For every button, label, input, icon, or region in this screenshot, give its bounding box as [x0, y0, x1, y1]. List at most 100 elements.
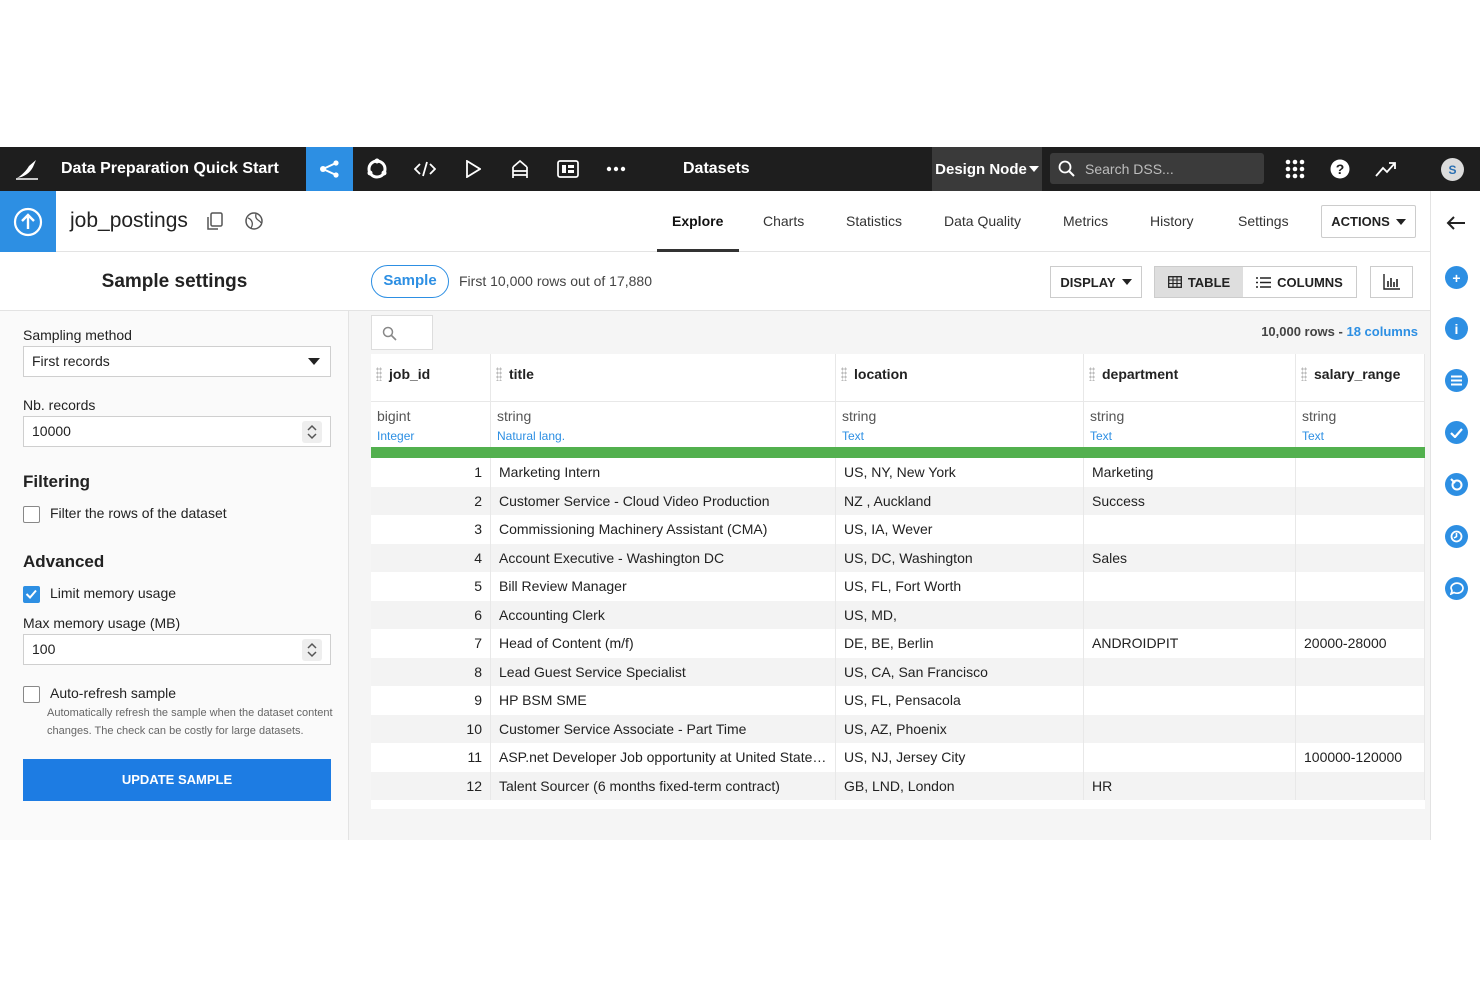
- table-cell-department[interactable]: Success: [1084, 486, 1296, 515]
- add-icon[interactable]: +: [1445, 266, 1468, 289]
- table-cell-location[interactable]: US, NJ, Jersey City: [836, 743, 1084, 772]
- table-row[interactable]: 12 Talent Sourcer (6 months fixed-term co…: [371, 771, 1425, 800]
- tab-metrics[interactable]: Metrics: [1063, 213, 1108, 229]
- table-cell-title[interactable]: Account Executive - Washington DC: [491, 543, 836, 572]
- copy-icon[interactable]: [206, 212, 224, 230]
- flow-button[interactable]: [306, 147, 353, 191]
- table-row[interactable]: 6 Accounting Clerk US, MD,: [371, 600, 1425, 629]
- table-row[interactable]: 10 Customer Service Associate - Part Time…: [371, 714, 1425, 743]
- run-button[interactable]: [453, 147, 493, 191]
- drag-handle-icon[interactable]: [496, 367, 502, 381]
- table-row[interactable]: 5 Bill Review Manager US, FL, Fort Worth: [371, 572, 1425, 601]
- table-cell-job_id[interactable]: 6: [371, 600, 491, 629]
- node-selector[interactable]: Design Node: [932, 147, 1042, 191]
- globe-icon[interactable]: [245, 212, 263, 230]
- table-cell-salary_range[interactable]: [1296, 657, 1425, 686]
- project-title[interactable]: Data Preparation Quick Start: [61, 160, 279, 178]
- table-row[interactable]: 2 Customer Service - Cloud Video Producti…: [371, 486, 1425, 515]
- schema-icon[interactable]: [1445, 369, 1468, 392]
- column-header-title[interactable]: title: [491, 354, 836, 402]
- dataset-name[interactable]: job_postings: [70, 209, 188, 233]
- apps-button[interactable]: [1275, 147, 1315, 191]
- table-cell-department[interactable]: [1084, 600, 1296, 629]
- table-cell-job_id[interactable]: 4: [371, 543, 491, 572]
- table-cell-job_id[interactable]: 9: [371, 686, 491, 715]
- back-arrow-icon[interactable]: [1446, 215, 1466, 231]
- column-type-info[interactable]: string Text: [1084, 402, 1296, 447]
- table-cell-department[interactable]: [1084, 657, 1296, 686]
- table-cell-title[interactable]: Bill Review Manager: [491, 572, 836, 601]
- update-sample-button[interactable]: UPDATE SAMPLE: [23, 759, 331, 801]
- table-cell-title[interactable]: Accounting Clerk: [491, 600, 836, 629]
- table-cell-title[interactable]: Lead Guest Service Specialist: [491, 657, 836, 686]
- table-cell-department[interactable]: [1084, 572, 1296, 601]
- tab-charts[interactable]: Charts: [763, 213, 804, 229]
- table-cell-location[interactable]: US, DC, Washington: [836, 543, 1084, 572]
- code-button[interactable]: [405, 147, 445, 191]
- validity-bar[interactable]: [491, 447, 836, 458]
- table-cell-title[interactable]: Marketing Intern: [491, 458, 836, 487]
- table-cell-location[interactable]: US, CA, San Francisco: [836, 657, 1084, 686]
- section-label[interactable]: Datasets: [683, 160, 750, 178]
- activity-button[interactable]: [1366, 147, 1406, 191]
- help-button[interactable]: ?: [1320, 147, 1360, 191]
- table-cell-salary_range[interactable]: [1296, 458, 1425, 487]
- table-cell-salary_range[interactable]: [1296, 515, 1425, 544]
- drag-handle-icon[interactable]: [1089, 367, 1095, 381]
- table-cell-job_id[interactable]: 12: [371, 771, 491, 800]
- tab-history[interactable]: History: [1150, 213, 1194, 229]
- user-avatar[interactable]: S: [1441, 158, 1464, 181]
- columns-view-button[interactable]: COLUMNS: [1243, 267, 1356, 297]
- column-header-salary_range[interactable]: salary_range: [1296, 354, 1425, 402]
- table-cell-salary_range[interactable]: 100000-120000: [1296, 743, 1425, 772]
- table-cell-title[interactable]: Customer Service Associate - Part Time: [491, 714, 836, 743]
- table-cell-job_id[interactable]: 2: [371, 486, 491, 515]
- table-cell-title[interactable]: Commissioning Machinery Assistant (CMA): [491, 515, 836, 544]
- meaning-type-link[interactable]: Natural lang.: [497, 429, 565, 443]
- tab-statistics[interactable]: Statistics: [846, 213, 902, 229]
- table-row[interactable]: 11 ASP.net Developer Job opportunity at U…: [371, 743, 1425, 772]
- tab-data-quality[interactable]: Data Quality: [944, 213, 1021, 229]
- column-stats-button[interactable]: [1370, 266, 1413, 298]
- sample-toggle-button[interactable]: Sample: [371, 265, 449, 298]
- auto-refresh-label[interactable]: Auto-refresh sample: [50, 685, 176, 701]
- filter-rows-checkbox[interactable]: [23, 506, 40, 523]
- meaning-type-link[interactable]: Text: [1090, 429, 1112, 443]
- table-cell-title[interactable]: Customer Service - Cloud Video Productio…: [491, 486, 836, 515]
- drag-handle-icon[interactable]: [1301, 367, 1307, 381]
- table-cell-department[interactable]: [1084, 743, 1296, 772]
- column-header-location[interactable]: location: [836, 354, 1084, 402]
- table-cell-title[interactable]: Talent Sourcer (6 months fixed-term cont…: [491, 771, 836, 800]
- deploy-button[interactable]: [500, 147, 540, 191]
- search-input[interactable]: Search DSS...: [1050, 153, 1264, 184]
- table-cell-location[interactable]: US, AZ, Phoenix: [836, 714, 1084, 743]
- max-memory-input[interactable]: 100: [23, 634, 331, 665]
- table-cell-location[interactable]: GB, LND, London: [836, 771, 1084, 800]
- table-cell-department[interactable]: [1084, 515, 1296, 544]
- table-cell-salary_range[interactable]: [1296, 543, 1425, 572]
- table-view-button[interactable]: TABLE: [1155, 267, 1243, 297]
- filter-rows-label[interactable]: Filter the rows of the dataset: [50, 505, 227, 521]
- meaning-type-link[interactable]: Integer: [377, 429, 414, 443]
- limit-memory-label[interactable]: Limit memory usage: [50, 585, 176, 601]
- table-cell-job_id[interactable]: 3: [371, 515, 491, 544]
- table-row[interactable]: 1 Marketing Intern US, NY, New York Marketi…: [371, 458, 1425, 487]
- column-type-info[interactable]: string Text: [1296, 402, 1425, 447]
- table-cell-salary_range[interactable]: 20000-28000: [1296, 629, 1425, 658]
- table-cell-salary_range[interactable]: [1296, 714, 1425, 743]
- table-cell-location[interactable]: US, MD,: [836, 600, 1084, 629]
- limit-memory-checkbox[interactable]: [23, 586, 40, 603]
- sampling-method-select[interactable]: First records: [23, 346, 331, 377]
- validity-bar[interactable]: [1296, 447, 1425, 458]
- timeline-icon[interactable]: [1445, 525, 1468, 548]
- table-cell-title[interactable]: HP BSM SME: [491, 686, 836, 715]
- table-cell-title[interactable]: Head of Content (m/f): [491, 629, 836, 658]
- table-cell-department[interactable]: Marketing: [1084, 458, 1296, 487]
- validity-bar[interactable]: [836, 447, 1084, 458]
- dataiku-bird-logo-icon[interactable]: [14, 157, 40, 181]
- tab-explore[interactable]: Explore: [672, 213, 723, 229]
- recipes-button[interactable]: [357, 147, 397, 191]
- check-icon[interactable]: [1445, 421, 1468, 444]
- table-row[interactable]: 3 Commissioning Machinery Assistant (CMA)…: [371, 515, 1425, 544]
- dashboard-button[interactable]: [548, 147, 588, 191]
